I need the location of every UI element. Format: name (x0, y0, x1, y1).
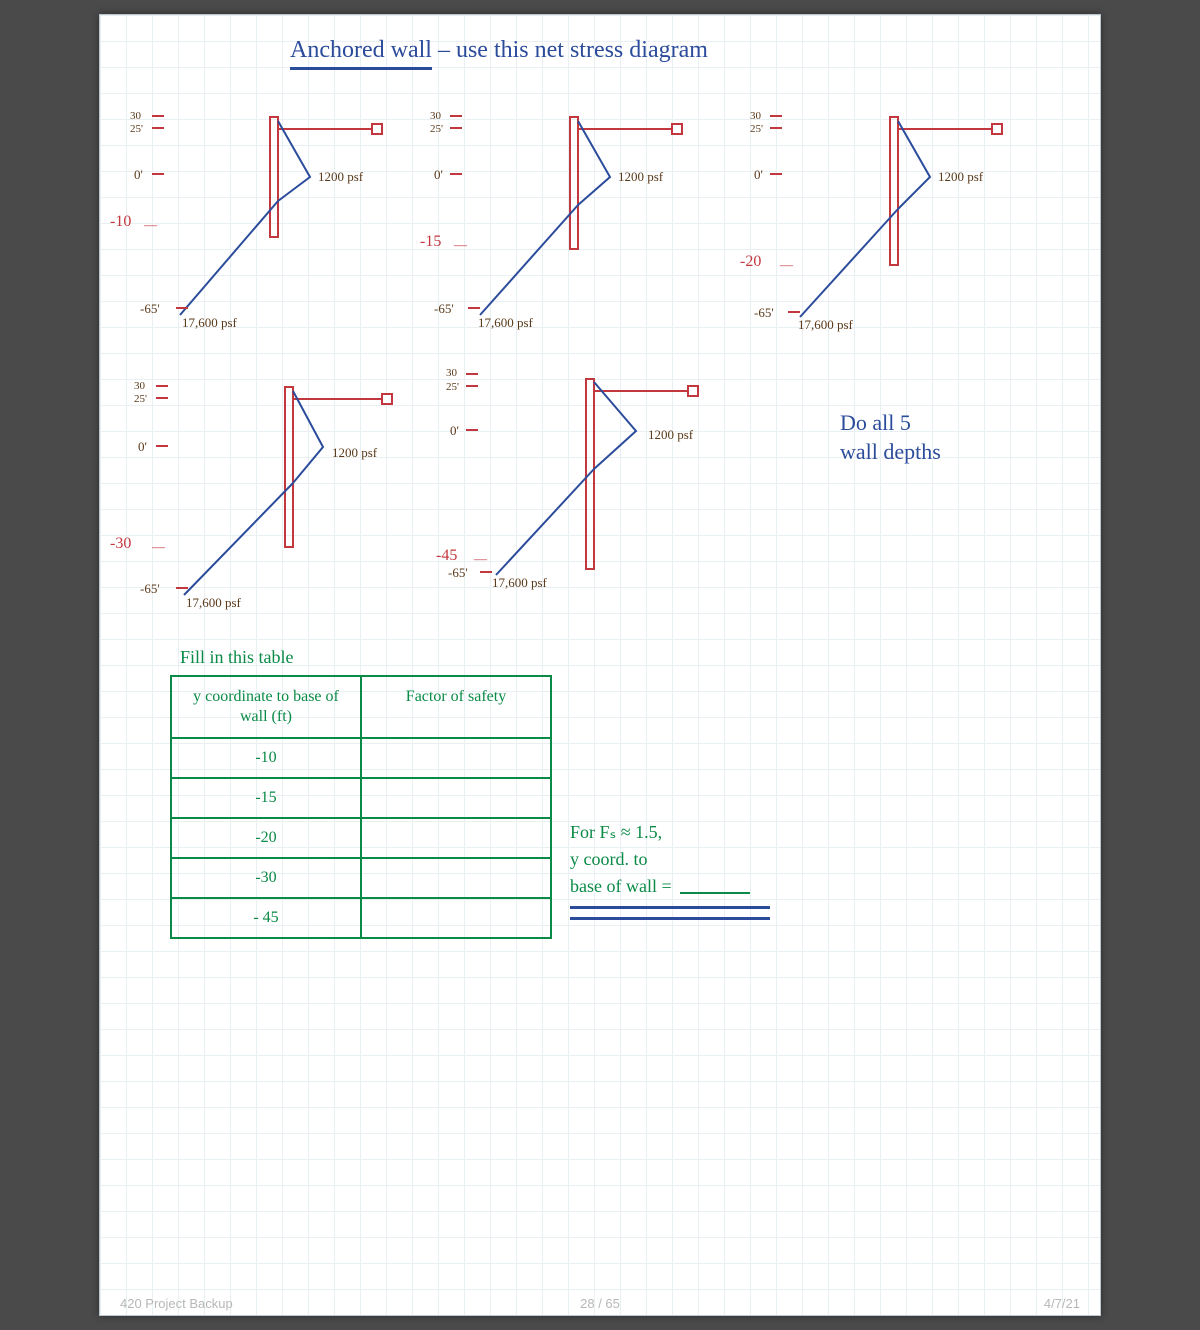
tick-0: 0' (754, 167, 763, 183)
title-underlined: Anchored wall (290, 37, 432, 70)
double-underline-icon (570, 906, 770, 920)
tick-30: 30 (134, 380, 145, 392)
cell-fs[interactable] (361, 818, 551, 858)
cell-y: - 45 (171, 898, 361, 938)
cell-fs[interactable] (361, 858, 551, 898)
load-top: 1200 psf (938, 169, 983, 185)
instruction-note: Do all 5 wall depths (840, 409, 941, 466)
title-rest: – use this net stress diagram (432, 37, 708, 63)
diagram-embed-45: 30 25' 0' -45 — -65' 1200 psf 17,600 psf (436, 367, 736, 617)
col-header-y: y coordinate to base of wall (ft) (171, 676, 361, 738)
answer-line3: base of wall = (570, 876, 672, 896)
tick-embed: -30 (110, 535, 131, 553)
table-row: -30 (171, 858, 551, 898)
load-bottom: 17,600 psf (478, 315, 533, 331)
cell-fs[interactable] (361, 778, 551, 818)
tick-neg65: -65' (140, 301, 160, 317)
diagram-embed-30: 30 25' 0' -30 — -65' 1200 psf 17,600 psf (110, 375, 410, 625)
cell-fs[interactable] (361, 898, 551, 938)
tick-25: 25' (134, 393, 147, 405)
load-bottom: 17,600 psf (182, 315, 237, 331)
engineering-notes-page: Anchored wall – use this net stress diag… (99, 14, 1101, 1316)
load-top: 1200 psf (318, 169, 363, 185)
tick-25: 25' (446, 381, 459, 393)
load-top: 1200 psf (648, 427, 693, 443)
tick-30: 30 (750, 110, 761, 122)
answer-line1: For Fₛ ≈ 1.5, (570, 819, 770, 846)
tick-25: 25' (750, 123, 763, 135)
diagram-svg (420, 105, 720, 355)
answer-prompt: For Fₛ ≈ 1.5, y coord. to base of wall = (570, 819, 770, 920)
diagram-embed-15: 30 25' 0' -15 — -65' 1200 psf 17,600 psf (420, 105, 720, 355)
diagram-svg (740, 105, 1040, 355)
col-header-fs: Factor of safety (361, 676, 551, 738)
tick-30: 30 (446, 367, 457, 379)
tick-0: 0' (138, 439, 147, 455)
table-row: -15 (171, 778, 551, 818)
load-bottom: 17,600 psf (492, 575, 547, 591)
footer-left: 420 Project Backup (120, 1296, 233, 1311)
answer-line2: y coord. to (570, 846, 770, 873)
footer-right: 4/7/21 (1044, 1296, 1080, 1311)
diagram-embed-20: 30 25' 0' -20 — -65' 1200 psf 17,600 psf (740, 105, 1040, 355)
note-line2: wall depths (840, 438, 941, 467)
load-top: 1200 psf (618, 169, 663, 185)
tick-30: 30 (430, 110, 441, 122)
footer-center: 28 / 65 (580, 1296, 620, 1311)
load-bottom: 17,600 psf (798, 317, 853, 333)
cell-y: -10 (171, 738, 361, 778)
cell-fs[interactable] (361, 738, 551, 778)
tick-neg65: -65' (140, 581, 160, 597)
tick-neg65: -65' (448, 565, 468, 581)
page-title: Anchored wall – use this net stress diag… (290, 37, 708, 64)
tick-embed: -45 (436, 547, 457, 565)
tick-0: 0' (434, 167, 443, 183)
tick-0: 0' (134, 167, 143, 183)
table-caption: Fill in this table (180, 647, 294, 668)
diagram-embed-10: 30 25' 0' -10 — -65' 1200 psf 17,600 psf (110, 105, 410, 355)
answer-blank[interactable] (680, 892, 750, 894)
cell-y: -20 (171, 818, 361, 858)
diagram-svg (436, 367, 736, 617)
tick-embed: -10 (110, 213, 131, 231)
table-row: - 45 (171, 898, 551, 938)
tick-neg65: -65' (754, 305, 774, 321)
cell-y: -15 (171, 778, 361, 818)
note-line1: Do all 5 (840, 409, 941, 438)
table-row: -20 (171, 818, 551, 858)
tick-neg65: -65' (434, 301, 454, 317)
table-header-row: y coordinate to base of wall (ft) Factor… (171, 676, 551, 738)
results-table: y coordinate to base of wall (ft) Factor… (170, 675, 552, 939)
tick-25: 25' (130, 123, 143, 135)
tick-25: 25' (430, 123, 443, 135)
tick-30: 30 (130, 110, 141, 122)
table-row: -10 (171, 738, 551, 778)
load-top: 1200 psf (332, 445, 377, 461)
load-bottom: 17,600 psf (186, 595, 241, 611)
cell-y: -30 (171, 858, 361, 898)
tick-embed: -15 (420, 233, 441, 251)
tick-embed: -20 (740, 253, 761, 271)
tick-0: 0' (450, 423, 459, 439)
